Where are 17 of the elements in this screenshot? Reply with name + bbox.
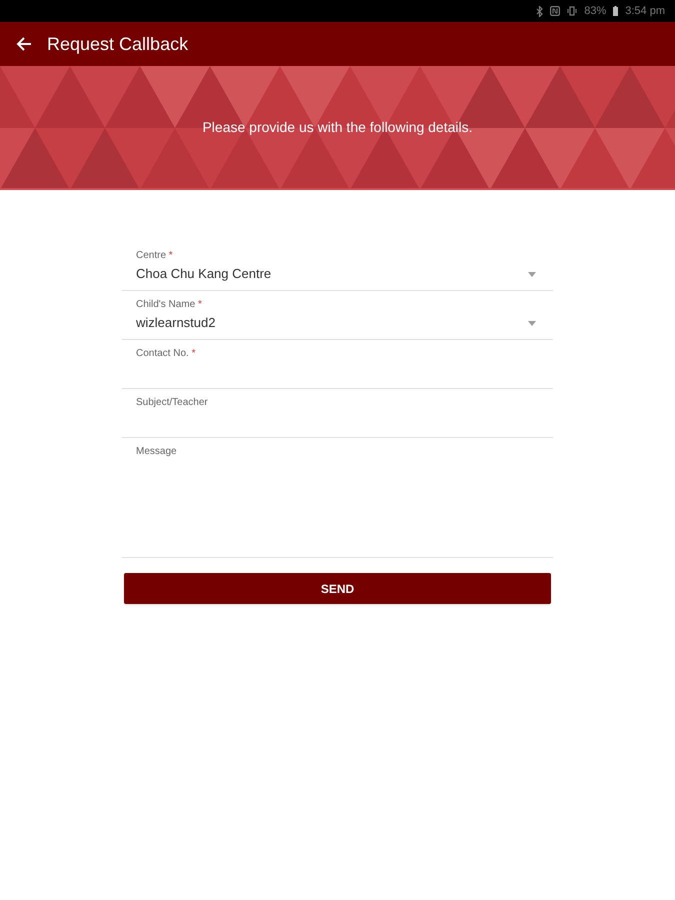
send-button[interactable]: SEND bbox=[124, 573, 551, 604]
battery-icon bbox=[613, 6, 618, 16]
input-field[interactable]: Contact No. * bbox=[122, 340, 553, 389]
battery-percent: 83% bbox=[584, 4, 606, 19]
caret-icon bbox=[528, 320, 536, 326]
dropdown-field[interactable]: Centre * Choa Chu Kang Centre bbox=[122, 242, 553, 291]
banner-text: Please provide us with the following details. bbox=[202, 118, 473, 137]
screen-title: Request Callback bbox=[47, 32, 188, 56]
bluetooth-icon bbox=[536, 6, 544, 16]
textarea-field[interactable]: Message bbox=[122, 438, 553, 558]
clock-time: 3:54 pm bbox=[625, 4, 665, 19]
caret-icon bbox=[528, 272, 536, 276]
dropdown-field[interactable]: Child's Name * wizlearnstud2 bbox=[122, 291, 553, 340]
back-arrow-icon[interactable] bbox=[15, 35, 33, 53]
nfc-icon bbox=[550, 6, 560, 16]
vibrate-icon bbox=[567, 6, 578, 16]
input-field[interactable]: Subject/Teacher bbox=[122, 389, 553, 438]
